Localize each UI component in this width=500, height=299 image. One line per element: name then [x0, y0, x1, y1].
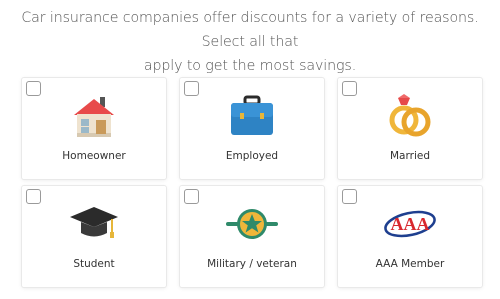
option-label: AAA Member [375, 258, 445, 270]
graduation-cap-icon [22, 200, 166, 248]
option-employed[interactable]: Employed [180, 78, 324, 179]
option-label: Employed [225, 150, 279, 162]
option-married[interactable]: Married [338, 78, 482, 179]
svg-text:AAA: AAA [391, 214, 430, 234]
wedding-rings-icon [338, 92, 482, 140]
option-label: Military / veteran [207, 258, 297, 270]
option-label: Married [390, 150, 430, 162]
option-student[interactable]: Student [22, 186, 166, 287]
option-label: Student [73, 258, 115, 270]
option-aaa-member[interactable]: AAA AAA Member [338, 186, 482, 287]
aaa-logo-icon: AAA [338, 200, 482, 248]
briefcase-icon [180, 92, 324, 140]
house-icon [22, 92, 166, 140]
military-medal-icon [180, 200, 324, 248]
option-homeowner[interactable]: Homeowner [22, 78, 166, 179]
option-military-veteran[interactable]: Military / veteran [180, 186, 324, 287]
option-label: Homeowner [62, 150, 126, 162]
discount-options-grid: Homeowner Employed Married Student Milit… [0, 0, 500, 299]
